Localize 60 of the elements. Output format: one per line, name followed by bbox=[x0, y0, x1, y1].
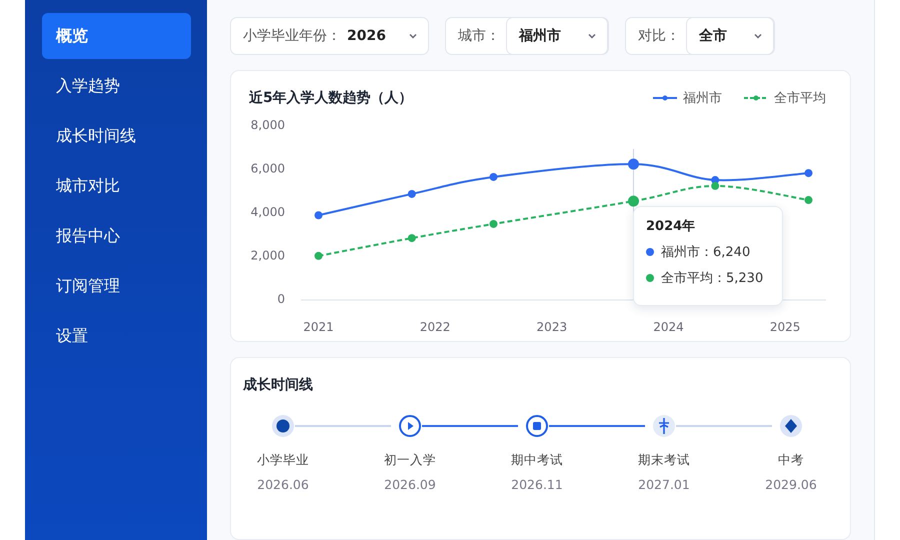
x-tick-label: 2021 bbox=[303, 320, 334, 334]
y-tick-label: 2,000 bbox=[250, 248, 285, 262]
filter-dropdown[interactable]: 小学毕业年份： 2026 bbox=[230, 17, 429, 55]
sidebar-item[interactable]: 概览 bbox=[42, 13, 191, 59]
tooltip-title: 2024年 bbox=[646, 218, 696, 235]
y-tick-label: 8,000 bbox=[250, 118, 285, 132]
milestone-label: 期中考试 bbox=[511, 452, 563, 469]
milestone-date: 2029.06 bbox=[765, 477, 817, 492]
milestone-label: 中考 bbox=[778, 452, 804, 469]
sidebar-item[interactable]: 报告中心 bbox=[42, 213, 191, 259]
y-tick-label: 0 bbox=[277, 292, 285, 306]
sidebar-item[interactable]: 设置 bbox=[42, 313, 191, 359]
milestone-date: 2027.01 bbox=[638, 477, 690, 492]
data-point bbox=[408, 234, 416, 242]
legend-label: 全市平均 bbox=[774, 90, 826, 107]
tooltip-value: 全市平均：5,230 bbox=[661, 270, 764, 287]
filter-value: 2026 bbox=[347, 28, 386, 44]
sidebar-item[interactable]: 入学趋势 bbox=[42, 63, 191, 109]
filter-dropdown[interactable]: 对比： 全市 bbox=[624, 17, 775, 55]
tooltip-value: 福州市：6,240 bbox=[661, 244, 750, 261]
chart-title: 近5年入学人数趋势（人） bbox=[249, 89, 413, 107]
filter-value: 福州市 bbox=[518, 27, 561, 45]
filter-label: 对比： bbox=[638, 27, 680, 45]
milestone-date: 2026.06 bbox=[257, 477, 309, 492]
data-point bbox=[628, 158, 639, 170]
filter-value: 全市 bbox=[698, 27, 727, 45]
sidebar-item[interactable]: 成长时间线 bbox=[42, 113, 191, 159]
sidebar-item[interactable]: 订阅管理 bbox=[42, 263, 191, 309]
data-point bbox=[314, 252, 322, 260]
milestone-label: 小学毕业 bbox=[257, 452, 309, 469]
x-tick-label: 2024 bbox=[653, 320, 684, 334]
caret-icon bbox=[586, 31, 597, 41]
milestone-label: 期末考试 bbox=[638, 452, 690, 469]
x-tick-label: 2022 bbox=[420, 320, 450, 334]
sidebar-item[interactable]: 城市对比 bbox=[42, 163, 191, 209]
milestone-label: 初一入学 bbox=[384, 452, 436, 469]
data-point bbox=[711, 182, 720, 190]
data-point bbox=[408, 190, 416, 198]
caret-icon bbox=[408, 31, 418, 41]
section-title: 成长时间线 bbox=[243, 376, 314, 394]
milestone-date: 2026.09 bbox=[384, 477, 436, 492]
data-point bbox=[804, 196, 812, 204]
caret-icon bbox=[752, 31, 763, 41]
filter-dropdown[interactable]: 城市： 福州市 bbox=[444, 17, 609, 55]
data-point bbox=[490, 220, 498, 228]
play-icon bbox=[398, 414, 422, 438]
dot-icon bbox=[271, 414, 295, 438]
filter-label: 小学毕业年份： bbox=[243, 27, 341, 45]
data-point bbox=[490, 172, 498, 181]
y-tick-label: 6,000 bbox=[250, 162, 285, 176]
filter-label: 城市： bbox=[458, 27, 500, 45]
data-point bbox=[804, 169, 812, 178]
stop-icon bbox=[525, 414, 549, 438]
x-tick-label: 2025 bbox=[770, 320, 800, 334]
milestone-date: 2026.11 bbox=[511, 477, 563, 492]
legend-label: 福州市 bbox=[683, 90, 722, 107]
data-point bbox=[314, 211, 322, 220]
x-tick-label: 2023 bbox=[536, 320, 568, 334]
y-tick-label: 4,000 bbox=[250, 205, 285, 219]
data-point bbox=[628, 196, 639, 207]
